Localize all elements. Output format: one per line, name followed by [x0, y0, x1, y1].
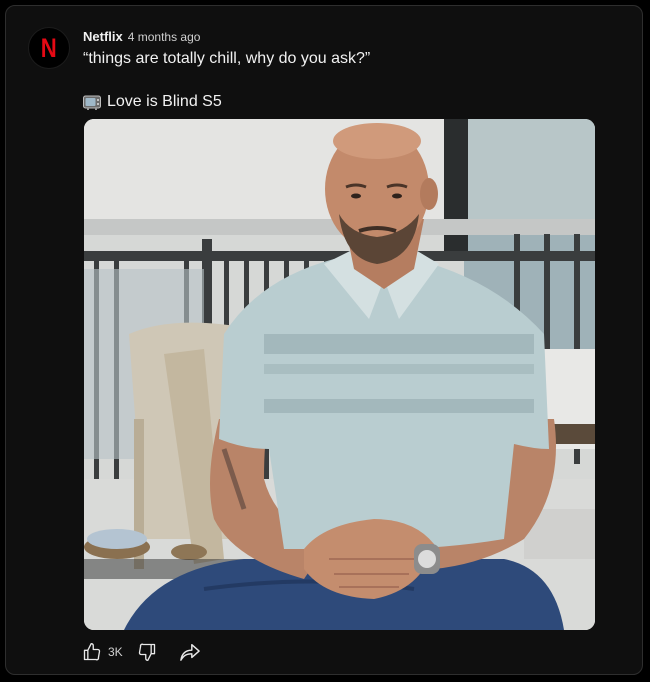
post-text: “things are totally chill, why do you as… [83, 50, 371, 67]
community-post-card: N Netflix 4 months ago “things are totall… [5, 5, 643, 675]
post-header: Netflix 4 months ago [83, 28, 200, 46]
post-image[interactable] [84, 119, 595, 630]
tv-icon [83, 95, 101, 110]
post-timestamp[interactable]: 4 months ago [128, 30, 201, 44]
post-actions: 3K [82, 642, 201, 662]
thumbs-down-icon [138, 643, 155, 661]
like-count: 3K [108, 645, 123, 659]
share-icon [179, 644, 200, 661]
share-button[interactable] [179, 642, 201, 662]
post-tag-line: Love is Blind S5 [83, 93, 222, 111]
channel-avatar[interactable]: N [28, 27, 70, 69]
man-in-polo-shirt-scene [84, 119, 595, 630]
like-button[interactable]: 3K [82, 642, 137, 662]
dislike-button[interactable] [137, 642, 157, 662]
channel-name[interactable]: Netflix [83, 29, 123, 44]
thumbs-up-icon [83, 643, 101, 661]
post-tag-text: Love is Blind S5 [107, 93, 222, 110]
netflix-logo-icon: N [41, 32, 57, 63]
